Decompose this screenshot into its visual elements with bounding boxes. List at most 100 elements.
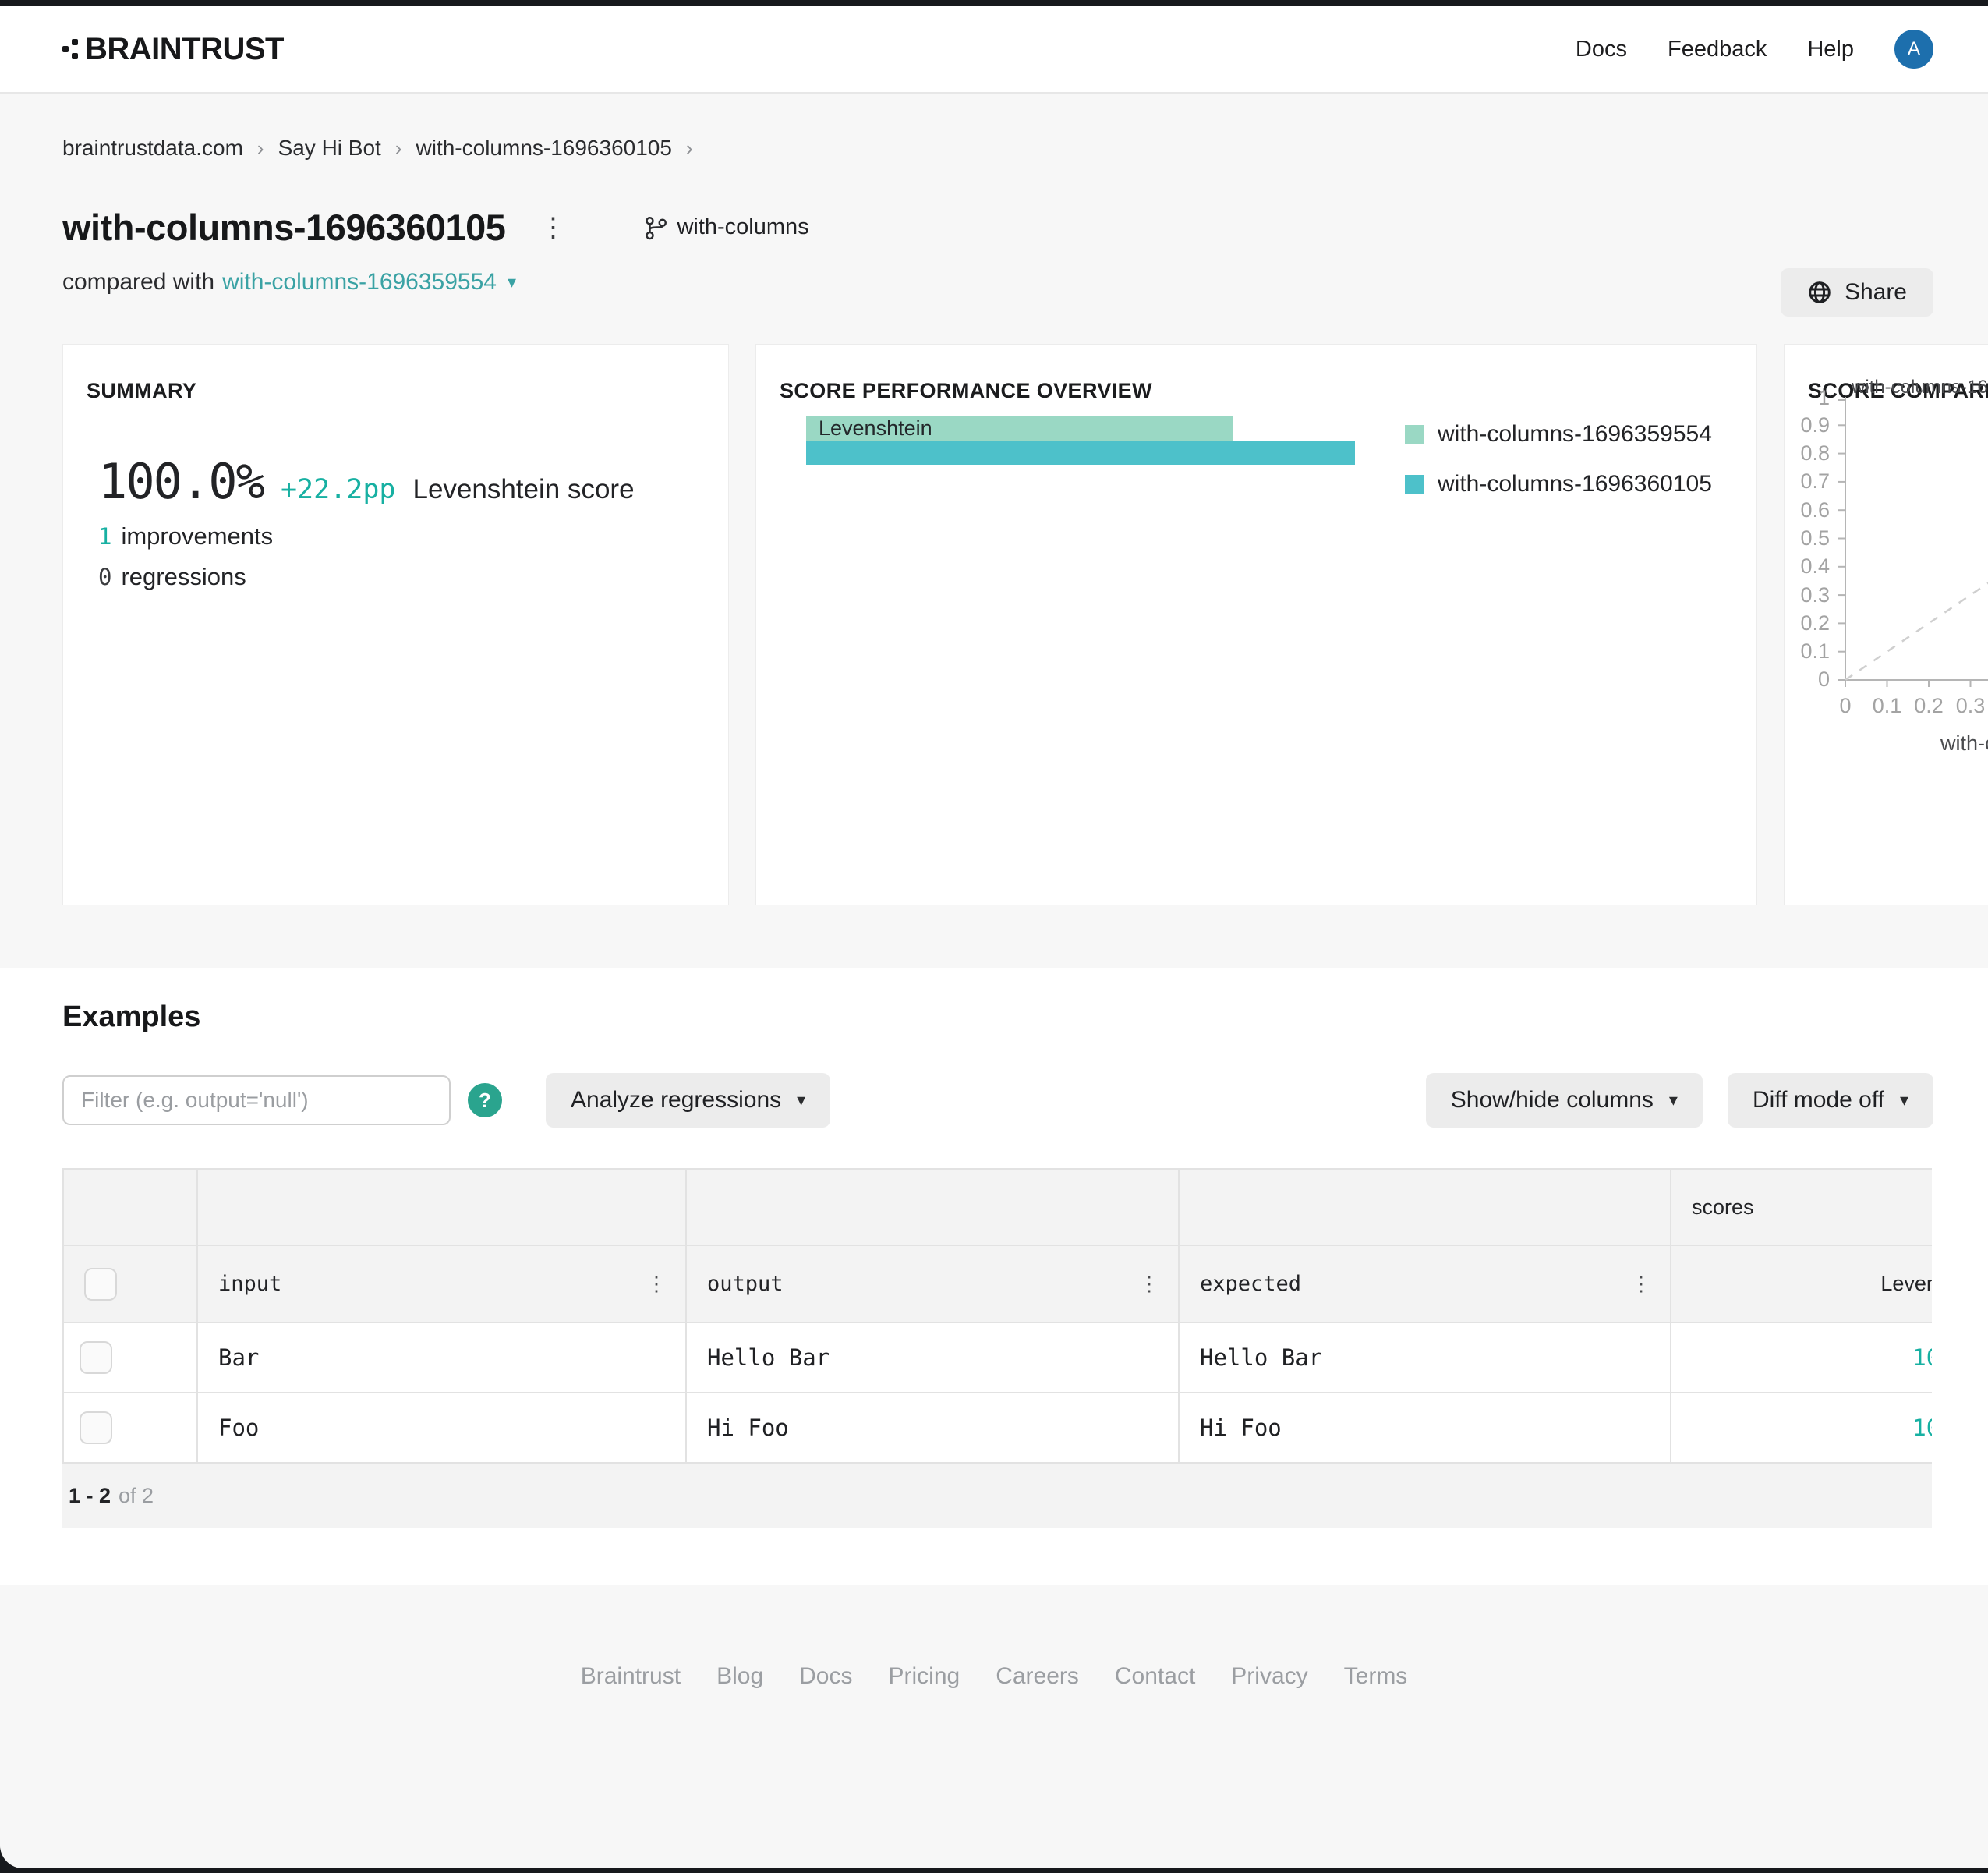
chart-legend: with-columns-1696359554 with-columns-169… (1405, 421, 1712, 497)
column-label: expected (1200, 1272, 1301, 1296)
cell-input[interactable]: Bar (198, 1323, 687, 1393)
chevron-down-icon: ▾ (1669, 1090, 1678, 1110)
filter-input[interactable] (62, 1075, 451, 1125)
title-row: with-columns-1696360105 ⋮ with-columns (62, 206, 1988, 249)
svg-text:1: 1 (1818, 386, 1830, 409)
cell-output[interactable]: Hi Foo (687, 1393, 1180, 1464)
compared-row: compared with with-columns-1696359554 ▾ (62, 269, 1988, 296)
column-header-expected[interactable]: expected ⋮ (1180, 1246, 1671, 1323)
braintrust-logo-text: BRAINTRUST (85, 32, 284, 67)
column-menu-icon[interactable]: ⋮ (1631, 1272, 1651, 1296)
score-comparison-card: SCORE COMPARISON with-columns-1696360105 (1784, 344, 1988, 905)
branch-name: with-columns (677, 214, 808, 240)
legend-swatch-dark (1405, 475, 1424, 494)
row-checkbox[interactable] (80, 1411, 112, 1444)
column-header-output[interactable]: output ⋮ (687, 1246, 1180, 1323)
breadcrumb-org[interactable]: braintrustdata.com (62, 136, 243, 161)
footer-link-careers[interactable]: Careers (996, 1663, 1079, 1690)
diff-mode-label: Diff mode off (1753, 1087, 1884, 1114)
examples-heading: Examples (62, 1000, 1933, 1034)
select-all-header (62, 1246, 198, 1323)
regressions-label: regressions (121, 563, 246, 591)
score-performance-card: SCORE PERFORMANCE OVERVIEW Levenshtein w… (755, 344, 1757, 905)
chevron-right-icon: › (395, 136, 402, 161)
chevron-down-icon[interactable]: ▾ (508, 272, 516, 292)
x-axis-tick-labels: 0 0.1 0.2 0.3 (1839, 694, 1985, 717)
svg-text:0.7: 0.7 (1800, 469, 1830, 493)
table-row-select (62, 1323, 198, 1393)
column-header-input[interactable]: input ⋮ (198, 1246, 687, 1323)
cell-output[interactable]: Hello Bar (687, 1323, 1180, 1393)
column-menu-icon[interactable]: ⋮ (1139, 1272, 1159, 1296)
summary-score-label: Levenshtein score (412, 474, 634, 505)
branch-chip[interactable]: with-columns (644, 214, 808, 241)
legend-swatch-light (1405, 425, 1424, 444)
group-header-expected (1180, 1170, 1671, 1246)
improvements-count: 1 (98, 523, 111, 550)
svg-text:0.6: 0.6 (1800, 498, 1830, 522)
footer-link-docs[interactable]: Docs (799, 1663, 852, 1690)
filter-help-icon[interactable]: ? (468, 1083, 502, 1117)
svg-text:0.9: 0.9 (1800, 413, 1830, 437)
bar-with-columns-1696359554[interactable]: Levenshtein (806, 416, 1233, 441)
nav-link-feedback[interactable]: Feedback (1668, 37, 1767, 62)
show-hide-columns-label: Show/hide columns (1451, 1087, 1654, 1114)
svg-text:0: 0 (1818, 667, 1830, 691)
nav-link-docs[interactable]: Docs (1576, 37, 1627, 62)
svg-text:0.3: 0.3 (1956, 694, 1986, 717)
breadcrumb-experiment[interactable]: with-columns-1696360105 (416, 136, 672, 161)
svg-text:0.8: 0.8 (1800, 441, 1830, 465)
improvements-label: improvements (121, 522, 273, 551)
chevron-right-icon: › (257, 136, 264, 161)
footer-link-pricing[interactable]: Pricing (888, 1663, 960, 1690)
column-menu-icon[interactable]: ⋮ (646, 1272, 667, 1296)
y-axis-series-label: with-columns-1696360105 (1851, 377, 1988, 398)
column-header-levenshtein[interactable]: Levenshtein (1671, 1246, 1932, 1323)
footer: Braintrust Blog Docs Pricing Careers Con… (0, 1585, 1988, 1868)
pagination-range: 1 - 2 (69, 1484, 111, 1508)
experiment-header-section: braintrustdata.com › Say Hi Bot › with-c… (0, 94, 1988, 968)
row-checkbox[interactable] (80, 1341, 112, 1374)
column-label: Levenshtein (1880, 1272, 1932, 1296)
top-nav: BRAINTRUST Docs Feedback Help A (0, 6, 1988, 94)
share-label: Share (1845, 279, 1907, 306)
footer-link-contact[interactable]: Contact (1115, 1663, 1195, 1690)
footer-link-privacy[interactable]: Privacy (1231, 1663, 1307, 1690)
group-header-select (62, 1170, 198, 1246)
score-comparison-scatter: with-columns-1696360105 (1785, 376, 1988, 766)
braintrust-logo[interactable]: BRAINTRUST (62, 32, 284, 67)
title-kebab-menu-icon[interactable]: ⋮ (539, 214, 566, 241)
summary-score: 100.0% (98, 453, 264, 510)
legend-item: with-columns-1696359554 (1405, 421, 1712, 448)
examples-controls: ? Analyze regressions ▾ Show/hide column… (62, 1073, 1933, 1128)
cell-score[interactable]: 100.0% (1671, 1393, 1932, 1464)
select-all-checkbox[interactable] (84, 1268, 117, 1301)
breadcrumb-project[interactable]: Say Hi Bot (278, 136, 381, 161)
cell-expected[interactable]: Hello Bar (1180, 1323, 1671, 1393)
cell-expected[interactable]: Hi Foo (1180, 1393, 1671, 1464)
table-row-select (62, 1393, 198, 1464)
svg-text:0.5: 0.5 (1800, 526, 1830, 550)
svg-text:0.3: 0.3 (1800, 583, 1830, 607)
nav-link-help[interactable]: Help (1807, 37, 1854, 62)
footer-link-terms[interactable]: Terms (1344, 1663, 1408, 1690)
analyze-regressions-button[interactable]: Analyze regressions ▾ (546, 1073, 830, 1128)
footer-link-blog[interactable]: Blog (716, 1663, 763, 1690)
nav-links: Docs Feedback Help A (1576, 30, 1933, 69)
breadcrumb: braintrustdata.com › Say Hi Bot › with-c… (62, 136, 1988, 161)
compared-experiment-link[interactable]: with-columns-1696359554 (222, 269, 497, 296)
pagination-total: of 2 (119, 1484, 154, 1508)
bar-with-columns-1696360105[interactable] (806, 441, 1355, 465)
footer-link-braintrust[interactable]: Braintrust (581, 1663, 681, 1690)
svg-text:0.4: 0.4 (1800, 554, 1830, 578)
show-hide-columns-button[interactable]: Show/hide columns ▾ (1426, 1073, 1703, 1128)
cell-input[interactable]: Foo (198, 1393, 687, 1464)
share-button[interactable]: Share (1781, 268, 1933, 317)
diff-mode-button[interactable]: Diff mode off ▾ (1728, 1073, 1933, 1128)
legend-label: with-columns-1696360105 (1438, 471, 1712, 497)
cell-score[interactable]: 100.0% (1671, 1323, 1932, 1393)
examples-table: scores input ⋮ output ⋮ expected ⋮ (62, 1168, 1932, 1528)
identity-line (1845, 397, 1988, 680)
svg-text:0.1: 0.1 (1873, 694, 1902, 717)
avatar[interactable]: A (1894, 30, 1933, 69)
